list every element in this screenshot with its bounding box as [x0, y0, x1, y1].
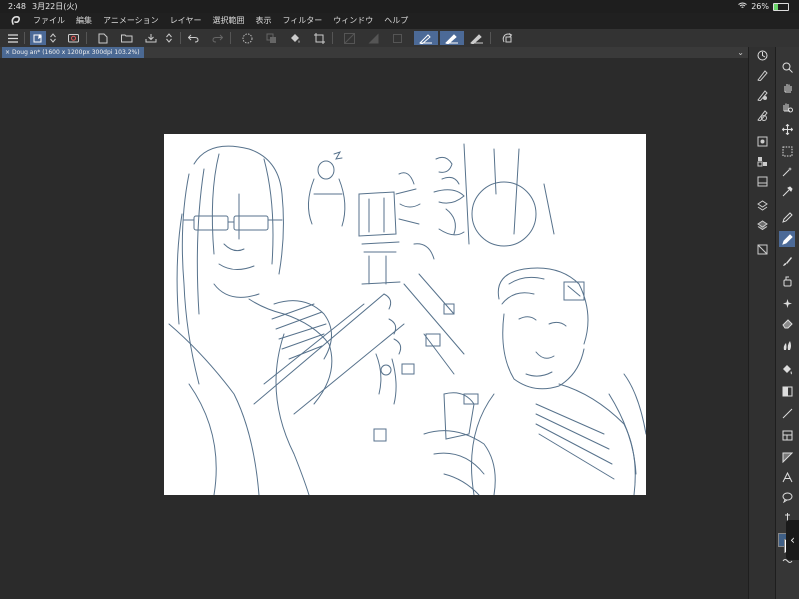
- battery-fill: [774, 3, 778, 10]
- pen-tool-icon[interactable]: [414, 31, 438, 45]
- menu-item[interactable]: ウィンドウ: [333, 13, 373, 29]
- pen-tool-icon[interactable]: [470, 31, 484, 45]
- toolbar-divider: [180, 32, 181, 44]
- menu-item[interactable]: フィルター: [282, 13, 322, 29]
- dimmed-icon: [366, 31, 380, 45]
- app-logo-icon[interactable]: [10, 13, 22, 29]
- chevron-down-icon[interactable]: ⌄: [737, 47, 744, 58]
- menu-item[interactable]: アニメーション: [103, 13, 159, 29]
- rotate-view-icon[interactable]: [779, 99, 795, 115]
- material-icon[interactable]: [754, 197, 770, 213]
- toolbar-divider: [332, 32, 333, 44]
- dimmed-icon: [390, 31, 404, 45]
- layers-icon[interactable]: [754, 217, 770, 233]
- toolbar-divider: [490, 32, 491, 44]
- move-icon[interactable]: [779, 121, 795, 137]
- pencil-icon[interactable]: [779, 231, 795, 247]
- save-icon[interactable]: [144, 31, 158, 45]
- brush-icon[interactable]: [779, 253, 795, 269]
- line-icon[interactable]: [779, 405, 795, 421]
- eraser-icon[interactable]: [779, 315, 795, 331]
- wifi-icon: [738, 0, 748, 13]
- frame-icon[interactable]: [779, 427, 795, 443]
- transform-icon[interactable]: [312, 31, 326, 45]
- sketch-artwork: [168, 143, 646, 495]
- date: 3月22日(火): [32, 2, 78, 11]
- document-tab-strip: × Doug an* (1600 x 1200px 300dpi 103.2%)…: [0, 47, 748, 58]
- magic-wand-icon[interactable]: [779, 163, 795, 179]
- artboard[interactable]: [164, 134, 646, 495]
- camera-icon[interactable]: [66, 31, 80, 45]
- view-tools-column: [748, 47, 776, 599]
- menu-item[interactable]: 選択範囲: [212, 13, 244, 29]
- clear-selection-icon[interactable]: [240, 31, 254, 45]
- gradient-icon[interactable]: [779, 383, 795, 399]
- decoration-icon[interactable]: [779, 295, 795, 311]
- fill-icon[interactable]: [779, 361, 795, 377]
- reorder-icon[interactable]: [164, 31, 174, 45]
- menu-item[interactable]: ファイル: [33, 13, 65, 29]
- toolbar-divider: [24, 32, 25, 44]
- drawer-handle[interactable]: ‹: [786, 520, 799, 560]
- ruler-icon[interactable]: [779, 449, 795, 465]
- tool-palette: [775, 47, 799, 599]
- chevron-left-icon: ‹: [790, 533, 795, 547]
- pen-tool-icon[interactable]: [440, 31, 464, 45]
- pen-settings-icon[interactable]: [754, 107, 770, 123]
- menu-bar: ファイル 編集 アニメーション レイヤー 選択範囲 表示 フィルター ウィンドウ ヘルプ: [0, 13, 799, 29]
- menu-icon[interactable]: [6, 31, 20, 45]
- pen-settings-icon[interactable]: [754, 87, 770, 103]
- menu-item[interactable]: 表示: [255, 13, 271, 29]
- new-layer-icon[interactable]: [30, 31, 46, 45]
- zoom-icon[interactable]: [779, 59, 795, 75]
- menu-item[interactable]: ヘルプ: [384, 13, 408, 29]
- menu-item[interactable]: 編集: [76, 13, 92, 29]
- crop-icon[interactable]: [264, 31, 278, 45]
- hand-icon[interactable]: [779, 79, 795, 95]
- airbrush-icon[interactable]: [779, 273, 795, 289]
- dimmed-icon: [342, 31, 356, 45]
- status-bar: 2:48 3月22日(火) 26%: [0, 0, 799, 13]
- battery-icon: [773, 2, 789, 11]
- status-right: 26%: [738, 0, 789, 13]
- blend-icon[interactable]: [779, 337, 795, 353]
- command-bar: [0, 29, 799, 48]
- pen-settings-icon[interactable]: [754, 67, 770, 83]
- clock: 2:48: [8, 2, 26, 11]
- text-icon[interactable]: [779, 469, 795, 485]
- close-tab-icon[interactable]: ×: [5, 47, 10, 58]
- rotate-icon[interactable]: [500, 31, 514, 45]
- menu-items: ファイル 編集 アニメーション レイヤー 選択範囲 表示 フィルター ウィンドウ ヘルプ: [33, 13, 419, 29]
- navigator-icon[interactable]: [754, 47, 770, 63]
- toolbar-divider: [230, 32, 231, 44]
- toolbar-divider: [86, 32, 87, 44]
- pen-icon[interactable]: [779, 209, 795, 225]
- battery-percent: 26%: [751, 2, 769, 11]
- eyedropper-icon[interactable]: [779, 183, 795, 199]
- canvas-area[interactable]: [0, 58, 748, 599]
- reorder-icon[interactable]: [48, 31, 58, 45]
- document-tab-label: Doug an* (1600 x 1200px 300dpi 103.2%): [12, 49, 140, 56]
- open-icon[interactable]: [120, 31, 134, 45]
- layer-search-icon[interactable]: [754, 241, 770, 257]
- redo-icon[interactable]: [210, 31, 224, 45]
- balloon-icon[interactable]: [779, 489, 795, 505]
- layer-property-icon[interactable]: [754, 133, 770, 149]
- new-file-icon[interactable]: [96, 31, 110, 45]
- fill-icon[interactable]: [288, 31, 302, 45]
- selection-icon[interactable]: [779, 143, 795, 159]
- image-icon[interactable]: [754, 173, 770, 189]
- undo-icon[interactable]: [186, 31, 200, 45]
- document-tab[interactable]: × Doug an* (1600 x 1200px 300dpi 103.2%): [2, 47, 144, 58]
- grid-icon[interactable]: [754, 153, 770, 169]
- menu-item[interactable]: レイヤー: [170, 13, 202, 29]
